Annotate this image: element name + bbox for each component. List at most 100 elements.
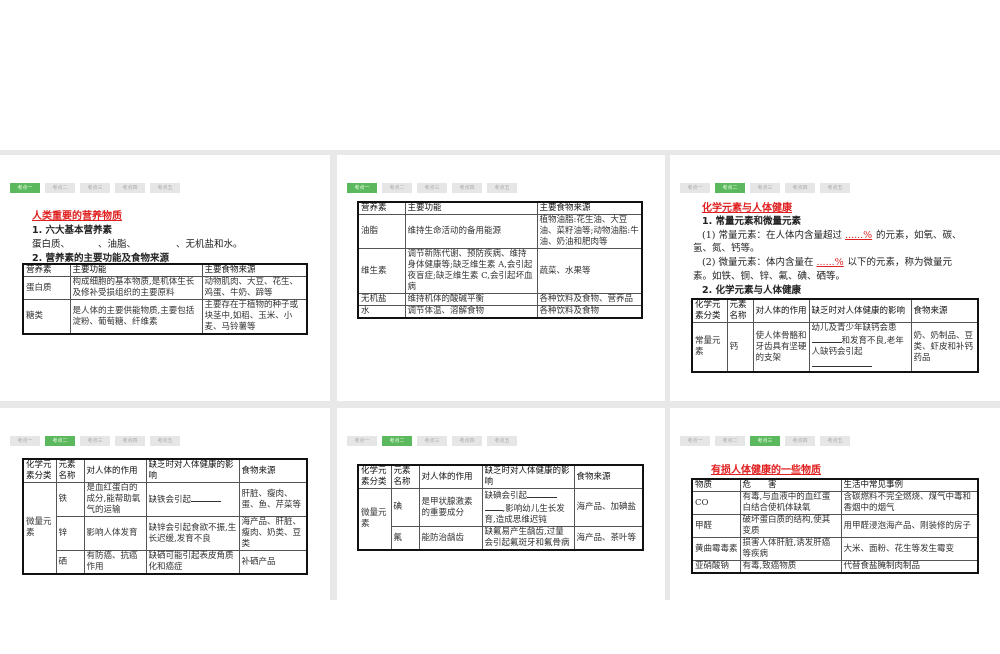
table-cell: 影响人体发育: [83, 516, 147, 552]
tab-topic-5[interactable]: 考点五: [820, 183, 850, 193]
tab-topic-3[interactable]: 考点三: [417, 183, 447, 193]
table-cell: 补硒产品: [238, 550, 308, 575]
table-cell: 缺硒可能引起表皮角质化和癌症: [145, 550, 240, 575]
table-header-cell: 食物来源: [910, 298, 979, 324]
table-row: 黄曲霉毒素 损害人体肝脏,诱发肝癌等疾病 大米、面粉、花生等发生霉变: [691, 537, 979, 562]
section-title: 人类重要的营养物质: [32, 211, 122, 222]
table-cell: 微量元素: [357, 488, 392, 551]
topic-tabs: 考点一 考点二 考点三 考点四 考点五: [347, 183, 517, 193]
harmful-substances-table: 物质危 害生活中常见事例 CO 有毒,与血液中的血红蛋白结合使机体缺氧 含碳燃料不完…: [691, 478, 979, 575]
table-cell: 缺锌会引起食欲不振,生长迟缓,发育不良: [145, 516, 240, 552]
slide-2[interactable]: 考点一 考点二 考点三 考点四 考点五 营养素 主要功能 主要食物来源 油脂 维持生命活动的备…: [337, 155, 665, 401]
tab-topic-4[interactable]: 考点四: [785, 183, 815, 193]
tab-topic-3[interactable]: 考点三: [80, 436, 110, 446]
table-header-cell: 营养素: [357, 201, 406, 216]
table-cell: 含碳燃料不完全燃烧、煤气中毒和香烟中的烟气: [840, 491, 979, 516]
table-cell: 锌: [55, 516, 85, 552]
table-header-cell: 对人体的作用: [418, 464, 483, 490]
nutrient-table: 营养素 主要功能 主要食物来源 油脂 维持生命活动的备用能源 植物油脂:花生油、大豆油、…: [357, 201, 643, 320]
table-cell: 水: [357, 305, 406, 319]
tab-topic-4[interactable]: 考点四: [115, 436, 145, 446]
slide-3[interactable]: 考点一 考点二 考点三 考点四 考点五 化学元素与人体健康 1. 常量元素和微量元素 (…: [670, 155, 1000, 401]
tab-topic-1[interactable]: 考点一: [10, 436, 40, 446]
element-table: 化学元素分类 元素名称 对人体的作用 缺乏时对人体健康的影响 食物来源 常量元素钙使人体…: [691, 298, 979, 374]
tab-topic-5[interactable]: 考点五: [150, 183, 180, 193]
tab-topic-1[interactable]: 考点一: [680, 183, 710, 193]
table-cell: 黄曲霉毒素: [691, 537, 741, 562]
table-header-cell: 化学元素分类: [357, 464, 392, 490]
table-cell: 缺碘会引起 ,影响幼儿生长发育,造成思维迟钝: [481, 488, 575, 528]
table-cell: 海产品、茶叶等: [573, 526, 644, 551]
table-cell: 氟: [390, 526, 420, 551]
tab-topic-2[interactable]: 考点二: [45, 436, 75, 446]
table-header-cell: 元素名称: [726, 298, 754, 324]
topic-tabs: 考点一 考点二 考点三 考点四 考点五: [680, 183, 850, 193]
table-cell: 各种饮料及食物: [536, 305, 643, 319]
table-cell: 维持机体的酸碱平衡: [404, 293, 538, 307]
table-header-cell: 物质: [691, 478, 741, 493]
table-header-cell: 化学元素分类: [691, 298, 728, 324]
element-table: 化学元素分类 元素名称 对人体的作用 缺乏时对人体健康的影响 食物来源 微量元素铁是血红…: [22, 458, 308, 576]
tab-topic-2[interactable]: 考点二: [382, 183, 412, 193]
table-cell: 调节新陈代谢、预防疾病、维持身体健康等;缺乏维生素 A,会引起夜盲症;缺乏维生素…: [404, 248, 538, 295]
tab-topic-1[interactable]: 考点一: [347, 183, 377, 193]
table-cell: 各种饮料及食物、营养品: [536, 293, 643, 307]
slide-4[interactable]: 考点一 考点二 考点三 考点四 考点五 化学元素分类 元素名称 对人体的作用 缺乏时对人体健康…: [0, 408, 330, 654]
table-header-cell: 主要食物来源: [201, 263, 308, 278]
table-cell: 蛋白质: [22, 276, 71, 301]
tab-topic-4[interactable]: 考点四: [452, 183, 482, 193]
tab-topic-3[interactable]: 考点三: [417, 436, 447, 446]
table-row: 甲醛 破坏蛋白质的结构,使其变质 用甲醛浸泡海产品、刚装修的房子: [691, 514, 979, 539]
topic-tabs: 考点一 考点二 考点三 考点四 考点五: [10, 436, 180, 446]
tab-topic-4[interactable]: 考点四: [115, 183, 145, 193]
tab-topic-4[interactable]: 考点四: [785, 436, 815, 446]
tab-topic-2[interactable]: 考点二: [45, 183, 75, 193]
table-cell: 构成细胞的基本物质,是机体生长及修补受损组织的主要原料: [69, 276, 203, 301]
table-cell: 奶、奶制品、豆类、虾皮和补钙药品: [910, 322, 979, 373]
tab-topic-3[interactable]: 考点三: [750, 183, 780, 193]
tab-topic-5[interactable]: 考点五: [487, 436, 517, 446]
tab-topic-3[interactable]: 考点三: [750, 436, 780, 446]
table-cell: 调节体温、溶解食物: [404, 305, 538, 319]
tab-topic-5[interactable]: 考点五: [487, 183, 517, 193]
tab-topic-4[interactable]: 考点四: [452, 436, 482, 446]
table-header-cell: 对人体的作用: [752, 298, 810, 324]
table-cell: 大米、面粉、花生等发生霉变: [840, 537, 979, 562]
slide-1[interactable]: 考点一 考点二 考点三 考点四 考点五 人类重要的营养物质 1. 六大基本营养素 蛋白质…: [0, 155, 330, 401]
tab-topic-2[interactable]: 考点二: [715, 183, 745, 193]
table-header-cell: 化学元素分类: [22, 458, 57, 484]
slide-6[interactable]: 考点一 考点二 考点三 考点四 考点五 有损人体健康的一些物质 物质危 害生活中常见事例…: [670, 408, 1000, 654]
tab-topic-1[interactable]: 考点一: [10, 183, 40, 193]
tab-topic-5[interactable]: 考点五: [820, 436, 850, 446]
table-row: 糖类 是人体的主要供能物质,主要包括淀粉、葡萄糖、纤维素 主要存在于植物的种子或块茎…: [22, 299, 308, 335]
table-cell: 甲醛: [691, 514, 741, 539]
table-cell: 破坏蛋白质的结构,使其变质: [739, 514, 842, 539]
table-row: 水调节体温、溶解食物 各种饮料及食物: [357, 305, 643, 319]
element-table: 化学元素分类 元素名称 对人体的作用 缺乏时对人体健康的影响 食物来源 微量元素碘是甲状…: [357, 464, 644, 552]
table-header-cell: 缺乏时对人体健康的影响: [481, 464, 575, 490]
table-cell: 蔬菜、水果等: [536, 248, 643, 295]
table-header-cell: 营养素: [22, 263, 71, 278]
table-row: 维生素 调节新陈代谢、预防疾病、维持身体健康等;缺乏维生素 A,会引起夜盲症;缺乏…: [357, 248, 643, 295]
heading: 1. 常量元素和微量元素: [702, 216, 802, 227]
table-header-cell: 食物来源: [238, 458, 308, 484]
table-cell: 维生素: [357, 248, 406, 295]
topic-tabs: 考点一 考点二 考点三 考点四 考点五: [680, 436, 850, 446]
tab-topic-2[interactable]: 考点二: [715, 436, 745, 446]
nutrient-table: 营养素 主要功能 主要食物来源 蛋白质 构成细胞的基本物质,是机体生长及修补受损组织的…: [22, 263, 308, 336]
tab-topic-1[interactable]: 考点一: [680, 436, 710, 446]
tab-topic-3[interactable]: 考点三: [80, 183, 110, 193]
section-title: 化学元素与人体健康: [702, 203, 792, 214]
table-cell: 代替食盐腌制肉制品: [840, 560, 979, 574]
table-cell: 植物油脂:花生油、大豆油、菜籽油等;动物油脂:牛油、奶油和肥肉等: [536, 214, 643, 250]
table-row: 硒有防癌、抗癌作用 缺硒可能引起表皮角质化和癌症 补硒产品: [23, 550, 308, 575]
slide-5[interactable]: 考点一 考点二 考点三 考点四 考点五 化学元素分类 元素名称 对人体的作用 缺乏时对人体健康…: [337, 408, 665, 654]
table-row: 油脂 维持生命活动的备用能源 植物油脂:花生油、大豆油、菜籽油等;动物油脂:牛油、奶…: [357, 214, 643, 250]
tab-topic-2[interactable]: 考点二: [382, 436, 412, 446]
table-cell: 缺氟易产生龋齿,过量会引起氟斑牙和氟骨病: [481, 526, 575, 551]
table-cell: 是血红蛋白的成分,能帮助氧气的运输: [83, 482, 147, 518]
tab-topic-5[interactable]: 考点五: [150, 436, 180, 446]
table-row: 亚硝酸钠 有毒,致癌物质 代替食盐腌制肉制品: [691, 560, 979, 574]
tab-topic-1[interactable]: 考点一: [347, 436, 377, 446]
table-cell: 用甲醛浸泡海产品、刚装修的房子: [840, 514, 979, 539]
